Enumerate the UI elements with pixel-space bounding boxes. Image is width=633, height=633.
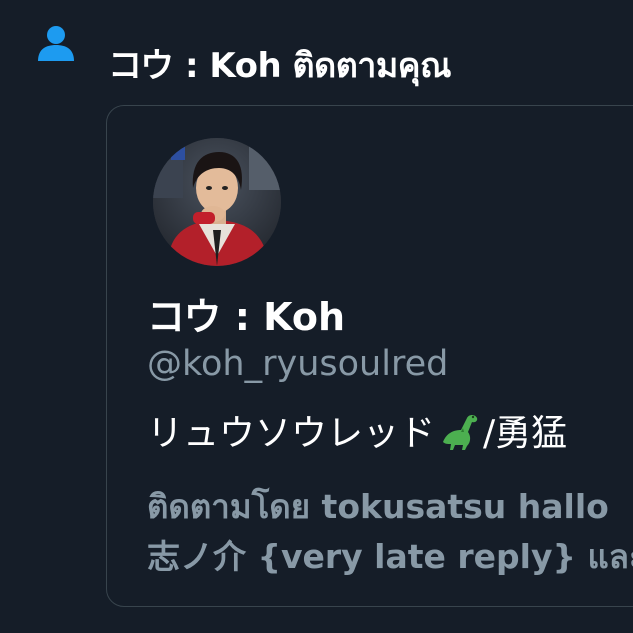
profile-display-name[interactable]: コウ : Koh [147,286,345,341]
profile-handle: @koh_ryusoulred [147,344,449,384]
profile-bio: リュウソウレッド /勇猛 [147,404,567,456]
profile-avatar[interactable] [153,138,281,266]
bio-text: リュウソウレッド [147,413,436,454]
profile-card[interactable]: コウ : Koh @koh_ryusoulred リュウソウレッド /勇猛 ติ… [106,105,633,607]
notification-screen: コウ : Koh ติดตามคุณ コウ: Koh @koh_ryusoul… [0,0,633,633]
bio-text-continued: /勇猛 [483,413,568,454]
followed-by-line-2: 志ノ介 {very late reply} และ [147,537,633,576]
followed-by-text: ติดตามโดย tokusatsu hallo 志ノ介 {very late… [147,482,633,582]
person-icon [38,26,74,61]
followed-by-line-1: ติดตามโดย tokusatsu hallo [147,487,609,526]
notification-headline[interactable]: コウ : Koh ติดตามคุณ [108,38,452,92]
dinosaur-emoji-icon [443,415,478,450]
